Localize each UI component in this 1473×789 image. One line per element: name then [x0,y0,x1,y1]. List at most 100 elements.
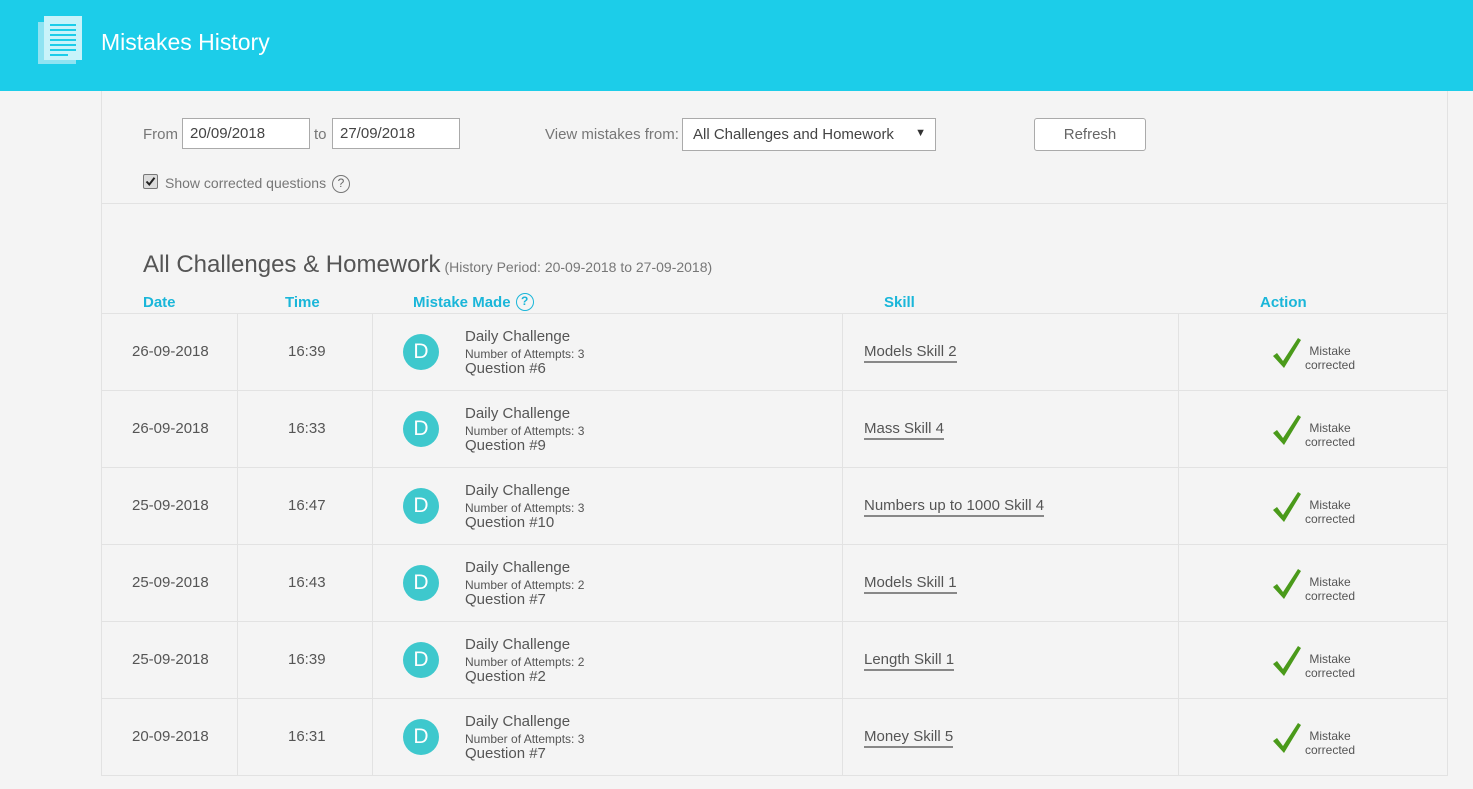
table-row: 25-09-2018 16:43 D Daily Challenge Numbe… [102,545,1447,622]
status-corrected: Mistake corrected [1305,575,1355,603]
checkmark-icon [1273,492,1301,522]
status-corrected: Mistake corrected [1305,652,1355,680]
mistake-source: Daily Challenge [465,482,571,499]
avatar: D [403,642,439,678]
row-date: 26-09-2018 [132,343,209,360]
row-date: 20-09-2018 [132,728,209,745]
row-date: 25-09-2018 [132,497,209,514]
row-time: 16:31 [288,728,326,745]
column-divider [372,314,373,390]
column-divider [842,314,843,390]
status-corrected: Mistake corrected [1305,421,1355,449]
status-line-2: corrected [1305,358,1356,372]
column-divider [1178,622,1179,698]
status-line-2: corrected [1305,512,1356,526]
skill-link[interactable]: Models Skill 1 [864,574,957,594]
column-header-time: Time [285,294,320,311]
history-period: (History Period: 20-09-2018 to 27-09-201… [444,259,713,275]
to-date-input[interactable] [332,118,460,149]
checkmark-icon [1273,415,1301,445]
column-divider [237,545,238,621]
row-time: 16:43 [288,574,326,591]
status-line-1: Mistake [1309,498,1351,512]
row-time: 16:33 [288,420,326,437]
table-row: 20-09-2018 16:31 D Daily Challenge Numbe… [102,699,1447,776]
column-divider [1178,468,1179,544]
skill-link[interactable]: Money Skill 5 [864,728,954,748]
status-line-2: corrected [1305,589,1356,603]
from-date-input[interactable] [182,118,310,149]
status-line-1: Mistake [1309,575,1351,589]
skill-link[interactable]: Length Skill 1 [864,651,955,671]
column-divider [842,622,843,698]
checkmark-icon [1273,646,1301,676]
status-corrected: Mistake corrected [1305,729,1355,757]
mistake-question: Question #7 [465,591,546,608]
to-label: to [314,126,327,143]
status-corrected: Mistake corrected [1305,498,1355,526]
column-divider [1178,391,1179,467]
view-mistakes-label: View mistakes from: [545,126,679,143]
column-header-mistake-text: Mistake Made [413,294,511,311]
help-icon[interactable]: ? [515,292,534,311]
show-corrected-checkbox[interactable] [143,174,158,189]
mistake-attempts: Number of Attempts: 2 [465,578,585,592]
column-divider [237,391,238,467]
mistake-attempts: Number of Attempts: 3 [465,732,585,746]
column-divider [237,622,238,698]
mistake-question: Question #6 [465,360,546,377]
skill-link[interactable]: Numbers up to 1000 Skill 4 [864,497,1045,517]
from-label: From [143,126,178,143]
mistake-attempts: Number of Attempts: 3 [465,501,585,515]
status-line-1: Mistake [1309,729,1351,743]
mistake-question: Question #10 [465,514,555,531]
table-row: 26-09-2018 16:33 D Daily Challenge Numbe… [102,391,1447,468]
column-divider [842,699,843,775]
column-header-mistake: Mistake Made ? [413,292,534,311]
status-line-1: Mistake [1309,652,1351,666]
help-icon[interactable]: ? [331,175,350,194]
mistake-source: Daily Challenge [465,328,571,345]
section-title: All Challenges & Homework (History Period… [143,251,712,279]
refresh-button[interactable]: Refresh [1034,118,1146,151]
avatar: D [403,719,439,755]
mistake-attempts: Number of Attempts: 3 [465,424,585,438]
mistake-question: Question #7 [465,745,546,762]
avatar: D [403,334,439,370]
table-row: 25-09-2018 16:39 D Daily Challenge Numbe… [102,622,1447,699]
mistake-attempts: Number of Attempts: 3 [465,347,585,361]
show-corrected-label: Show corrected questions ? [165,173,350,194]
avatar: D [403,488,439,524]
status-line-1: Mistake [1309,421,1351,435]
row-time: 16:39 [288,651,326,668]
column-divider [372,468,373,544]
column-divider [372,622,373,698]
show-corrected-text: Show corrected questions [165,175,327,191]
mistake-source: Daily Challenge [465,713,571,730]
filter-divider [102,203,1447,204]
checkmark-icon [1273,569,1301,599]
column-divider [1178,314,1179,390]
column-divider [237,314,238,390]
row-date: 25-09-2018 [132,574,209,591]
row-time: 16:47 [288,497,326,514]
column-header-date: Date [143,294,176,311]
mistake-source: Daily Challenge [465,636,571,653]
column-divider [237,468,238,544]
mistakes-table: 26-09-2018 16:39 D Daily Challenge Numbe… [102,313,1447,776]
column-divider [372,391,373,467]
status-corrected: Mistake corrected [1305,344,1355,372]
status-line-2: corrected [1305,435,1356,449]
mistake-attempts: Number of Attempts: 2 [465,655,585,669]
table-row: 26-09-2018 16:39 D Daily Challenge Numbe… [102,314,1447,391]
column-divider [842,468,843,544]
checkmark-icon [1273,723,1301,753]
checkmark-icon [1273,338,1301,368]
row-date: 26-09-2018 [132,420,209,437]
skill-link[interactable]: Models Skill 2 [864,343,957,363]
avatar: D [403,565,439,601]
chevron-down-icon: ▼ [915,127,926,139]
mistake-source: Daily Challenge [465,405,571,422]
skill-link[interactable]: Mass Skill 4 [864,420,945,440]
view-mistakes-select[interactable]: All Challenges and Homework ▼ [682,118,936,151]
